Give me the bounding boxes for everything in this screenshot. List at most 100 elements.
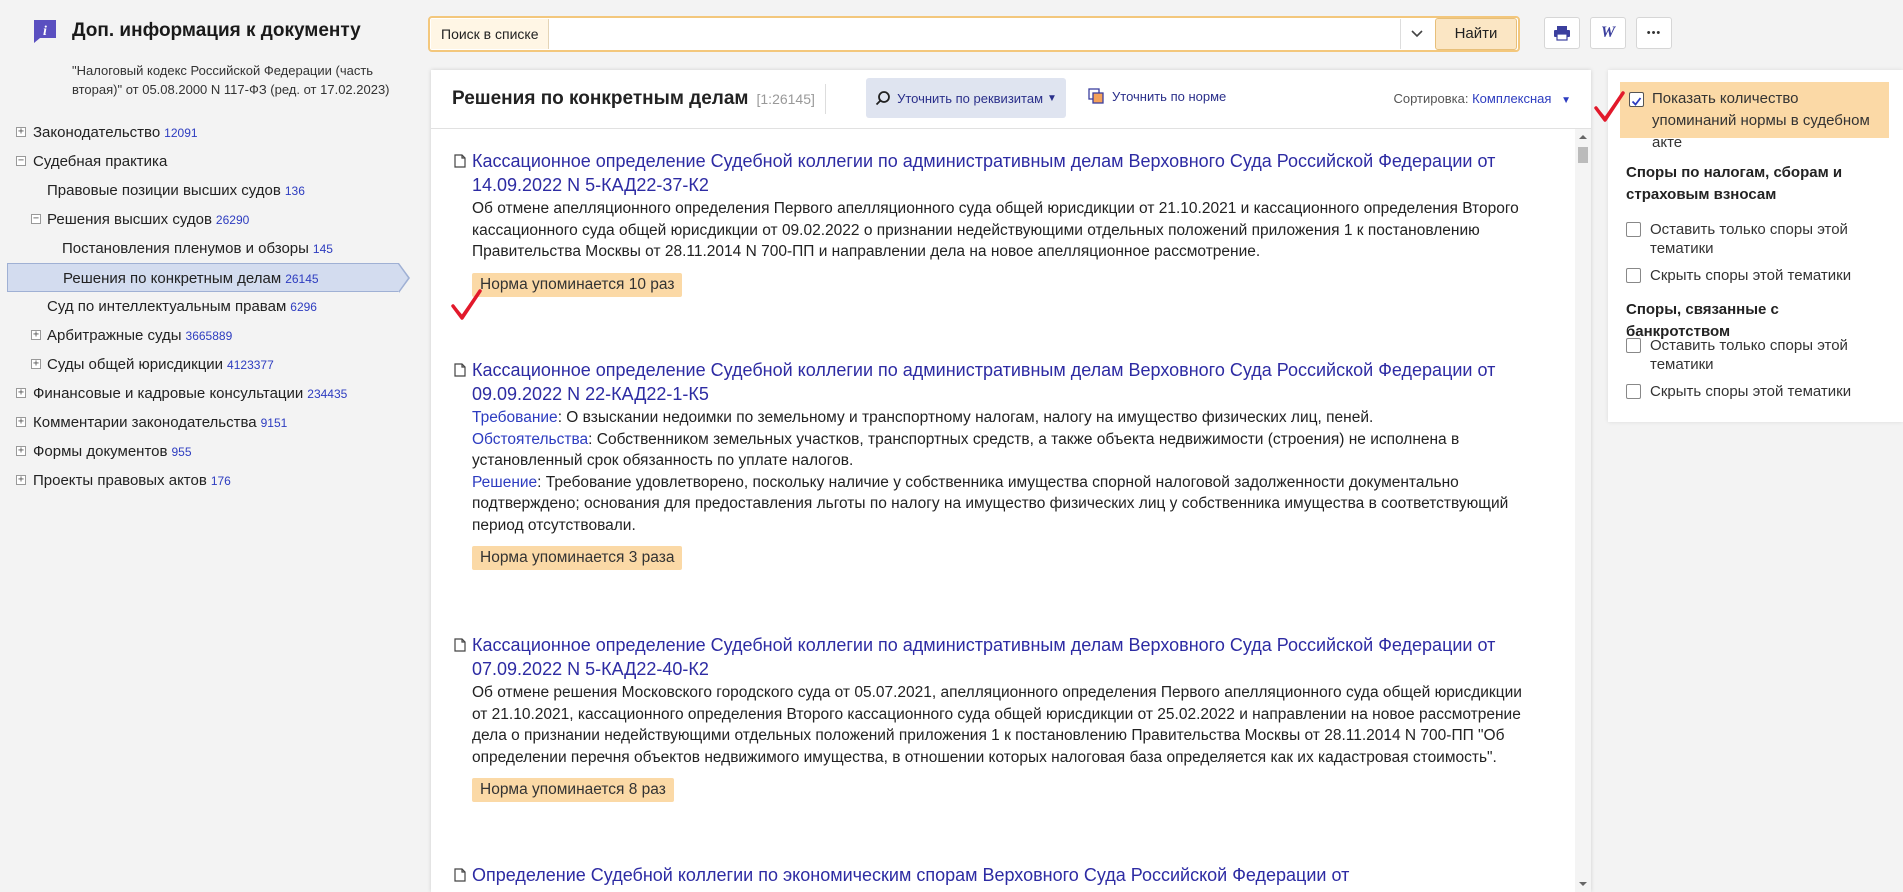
tree-item-court-practice[interactable]: − Судебная практика bbox=[0, 147, 410, 176]
checkmark-icon bbox=[1631, 97, 1642, 106]
tree-item-plenum-resolutions[interactable]: Постановления пленумов и обзоры 145 bbox=[0, 234, 410, 263]
filter-panel: Показать количество упоминаний нормы в с… bbox=[1608, 70, 1903, 422]
result-title-link[interactable]: Кассационное определение Судебной коллег… bbox=[472, 358, 1532, 406]
tree-item-arbitration-courts[interactable]: + Арбитражные суды 3665889 bbox=[0, 321, 410, 350]
refine-norm-label: Уточнить по норме bbox=[1112, 88, 1227, 104]
expand-icon[interactable]: + bbox=[16, 475, 26, 485]
results-header: Решения по конкретным делам [1:26145] Уто… bbox=[431, 70, 1591, 129]
requirement-label: Требование bbox=[472, 409, 558, 426]
scroll-up-icon[interactable] bbox=[1575, 131, 1591, 143]
info-icon: i bbox=[32, 18, 58, 44]
document-icon bbox=[454, 638, 466, 652]
tree-item-label: Арбитражные суды bbox=[47, 327, 182, 344]
results-count: [1:26145] bbox=[756, 91, 815, 107]
results-title: Решения по конкретным делам [1:26145] bbox=[452, 88, 815, 110]
tree-item-count: 4123377 bbox=[227, 358, 274, 372]
tree-item-commentary[interactable]: + Комментарии законодательства 9151 bbox=[0, 408, 410, 437]
refine-by-attributes-button[interactable]: Уточнить по реквизитам ▼ bbox=[866, 78, 1066, 118]
show-count-checkbox[interactable] bbox=[1629, 92, 1644, 107]
search-input[interactable] bbox=[549, 19, 1400, 49]
filter-option-label: Скрыть споры этой тематики bbox=[1650, 267, 1852, 284]
decision-text: : Требование удовлетворено, поскольку на… bbox=[472, 473, 1509, 534]
filter-checkbox[interactable] bbox=[1626, 268, 1641, 283]
tree-item-count: 9151 bbox=[260, 416, 288, 430]
mention-count-badge: Норма упоминается 8 раз bbox=[472, 778, 674, 802]
tree-item-count: 234435 bbox=[307, 387, 348, 401]
tree-item-ip-court[interactable]: Суд по интеллектуальным правам 6296 bbox=[0, 292, 410, 321]
mention-count-badge: Норма упоминается 3 раза bbox=[472, 546, 683, 570]
more-options-button[interactable]: ••• bbox=[1636, 17, 1672, 49]
result-summary: Об отмене апелляционного определения Пер… bbox=[472, 200, 1519, 260]
caret-down-icon: ▼ bbox=[1561, 95, 1571, 106]
expand-icon[interactable]: + bbox=[31, 330, 41, 340]
expand-icon[interactable]: + bbox=[16, 127, 26, 137]
scroll-down-icon[interactable] bbox=[1575, 878, 1591, 890]
refine-by-norm-button[interactable]: Уточнить по норме bbox=[1088, 88, 1226, 104]
result-title-link[interactable]: Определение Судебной коллегии по экономи… bbox=[472, 863, 1532, 887]
show-mention-count-option[interactable]: Показать количество упоминаний нормы в с… bbox=[1620, 82, 1889, 151]
result-title-link[interactable]: Кассационное определение Судебной коллег… bbox=[472, 149, 1532, 197]
tree-item-general-courts[interactable]: + Суды общей юрисдикции 4123377 bbox=[0, 350, 410, 379]
collapse-icon[interactable]: − bbox=[31, 214, 41, 224]
app-header: i Доп. информация к документу bbox=[32, 18, 361, 44]
tree-item-draft-acts[interactable]: + Проекты правовых актов 176 bbox=[0, 466, 410, 495]
tree-item-count: 136 bbox=[284, 184, 305, 198]
decision-label: Решение bbox=[472, 473, 538, 491]
tree-item-count: 176 bbox=[210, 474, 231, 488]
tree-item-higher-court-decisions[interactable]: − Решения высших судов 26290 bbox=[0, 205, 410, 234]
tree-item-label: Формы документов bbox=[33, 443, 168, 460]
tree-item-label: Суды общей юрисдикции bbox=[47, 356, 224, 373]
tree-item-specific-cases[interactable]: Решения по конкретным делам 26145 bbox=[7, 263, 410, 293]
filter-option-only-bankruptcy[interactable]: Оставить только споры этой тематики bbox=[1626, 336, 1886, 374]
export-word-button[interactable]: W bbox=[1590, 17, 1626, 49]
refine-label: Уточнить по реквизитам bbox=[897, 90, 1044, 106]
search-history-dropdown[interactable] bbox=[1400, 19, 1433, 49]
filter-checkbox[interactable] bbox=[1626, 338, 1641, 353]
svg-text:i: i bbox=[43, 24, 47, 39]
tree-item-label: Суд по интеллектуальным правам bbox=[47, 298, 287, 315]
annotation-checkmark-icon bbox=[1594, 91, 1625, 122]
tree-item-document-forms[interactable]: + Формы документов 955 bbox=[0, 437, 410, 466]
document-icon bbox=[454, 363, 466, 377]
result-item: Кассационное определение Судебной коллег… bbox=[454, 633, 1532, 802]
tree-item-label: Законодательство bbox=[33, 124, 161, 141]
expand-icon[interactable]: + bbox=[31, 359, 41, 369]
more-icon: ••• bbox=[1646, 27, 1662, 39]
result-summary: Требование: О взыскании недоимки по земе… bbox=[472, 407, 1532, 536]
filter-group-title-taxes: Споры по налогам, сборам и страховым взн… bbox=[1626, 164, 1843, 203]
expand-icon[interactable]: + bbox=[16, 388, 26, 398]
filter-option-hide-taxes[interactable]: Скрыть споры этой тематики bbox=[1626, 266, 1886, 285]
annotation-checkmark-icon bbox=[451, 289, 482, 320]
collapse-icon[interactable]: − bbox=[16, 156, 26, 166]
filter-option-hide-bankruptcy[interactable]: Скрыть споры этой тематики bbox=[1626, 382, 1886, 401]
requirement-text: : О взыскании недоимки по земельному и т… bbox=[557, 409, 1374, 426]
results-list: Кассационное определение Судебной коллег… bbox=[431, 129, 1571, 892]
results-scrollbar[interactable] bbox=[1575, 129, 1591, 892]
caret-down-icon: ▼ bbox=[1047, 92, 1057, 104]
tree-item-label: Проекты правовых актов bbox=[33, 472, 207, 489]
tree-item-label: Постановления пленумов и обзоры bbox=[62, 240, 309, 257]
expand-icon[interactable]: + bbox=[16, 446, 26, 456]
circumstances-text: : Собственником земельных участков, тран… bbox=[472, 430, 1460, 470]
app-title: Доп. информация к документу bbox=[72, 20, 361, 41]
tree-item-legislation[interactable]: + Законодательство 12091 bbox=[0, 118, 410, 147]
tree-item-legal-positions[interactable]: Правовые позиции высших судов 136 bbox=[0, 176, 410, 205]
result-title-link[interactable]: Кассационное определение Судебной коллег… bbox=[472, 633, 1532, 681]
filter-option-only-taxes[interactable]: Оставить только споры этой тематики bbox=[1626, 220, 1886, 258]
print-button[interactable] bbox=[1544, 17, 1580, 49]
tree-item-count: 12091 bbox=[164, 126, 198, 140]
expand-icon[interactable]: + bbox=[16, 417, 26, 427]
sort-label: Сортировка: bbox=[1393, 91, 1469, 106]
header-divider bbox=[825, 84, 826, 114]
search-button[interactable]: Найти bbox=[1435, 18, 1517, 50]
tree-item-consultations[interactable]: + Финансовые и кадровые консультации 2344… bbox=[0, 379, 410, 408]
result-item: Определение Судебной коллегии по экономи… bbox=[454, 863, 1532, 887]
document-icon bbox=[454, 154, 466, 168]
scrollbar-thumb[interactable] bbox=[1578, 147, 1588, 163]
tree-item-count: 3665889 bbox=[185, 329, 233, 343]
sort-control[interactable]: Сортировка: Комплексная ▼ bbox=[1393, 91, 1571, 106]
search-scope-label: Поиск в списке bbox=[431, 19, 550, 49]
filter-checkbox[interactable] bbox=[1626, 384, 1641, 399]
document-caption: "Налоговый кодекс Российской Федерации (… bbox=[72, 63, 390, 97]
filter-checkbox[interactable] bbox=[1626, 222, 1641, 237]
